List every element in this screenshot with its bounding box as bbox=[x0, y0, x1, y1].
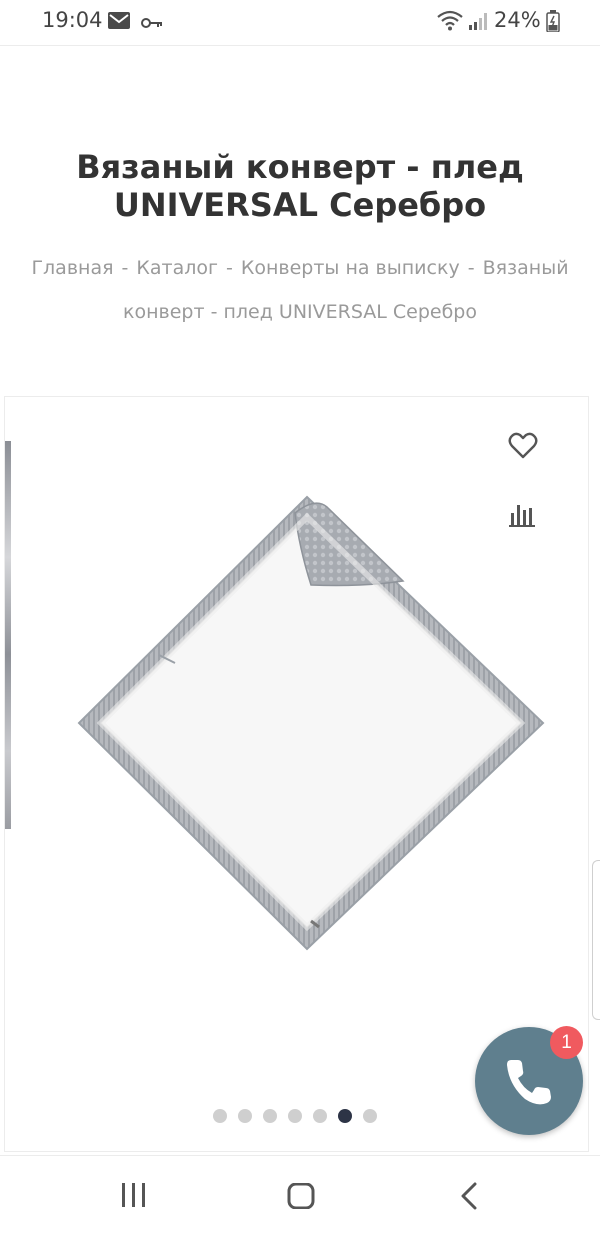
phone-icon bbox=[507, 1060, 551, 1105]
breadcrumb-separator: - bbox=[121, 257, 129, 279]
home-icon[interactable] bbox=[287, 1182, 315, 1213]
slider-dot[interactable] bbox=[363, 1109, 377, 1123]
previous-slide-edge bbox=[5, 441, 11, 829]
breadcrumb: Главная - Каталог - Конверты на выписку - Вяза… bbox=[20, 246, 580, 334]
slider-dot[interactable] bbox=[213, 1109, 227, 1123]
recents-icon[interactable] bbox=[120, 1182, 148, 1212]
slider-dots bbox=[213, 1109, 377, 1123]
slider-dot-active[interactable] bbox=[338, 1109, 352, 1123]
product-image[interactable] bbox=[63, 487, 553, 981]
back-icon[interactable] bbox=[459, 1182, 479, 1214]
compare-button[interactable] bbox=[507, 499, 539, 529]
key-icon bbox=[141, 14, 163, 33]
breadcrumb-item-category[interactable]: Конверты на выписку bbox=[241, 257, 460, 279]
breadcrumb-separator: - bbox=[226, 257, 233, 279]
breadcrumb-item-home[interactable]: Главная bbox=[31, 257, 113, 279]
page-title: Вязаный конверт - плед UNIVERSAL Серебро bbox=[76, 148, 524, 224]
wishlist-button[interactable] bbox=[507, 431, 539, 461]
slider-dot[interactable] bbox=[288, 1109, 302, 1123]
call-notification-badge: 1 bbox=[550, 1026, 583, 1059]
compare-chart-icon bbox=[509, 505, 535, 527]
mail-icon bbox=[108, 12, 130, 33]
breadcrumb-separator: - bbox=[467, 257, 475, 279]
wifi-icon bbox=[436, 9, 464, 35]
status-time: 19:04 bbox=[42, 8, 103, 32]
navigation-bar bbox=[0, 1155, 600, 1233]
signal-icon bbox=[468, 12, 488, 34]
status-bar: 19:04 24% bbox=[0, 0, 600, 46]
heart-icon bbox=[508, 432, 538, 459]
breadcrumb-item-catalog[interactable]: Каталог bbox=[136, 257, 218, 279]
edge-panel-handle[interactable] bbox=[592, 860, 600, 1020]
battery-level: 24% bbox=[494, 8, 541, 32]
slider-dot[interactable] bbox=[263, 1109, 277, 1123]
battery-icon bbox=[546, 10, 560, 36]
slider-dot[interactable] bbox=[238, 1109, 252, 1123]
slider-dot[interactable] bbox=[313, 1109, 327, 1123]
